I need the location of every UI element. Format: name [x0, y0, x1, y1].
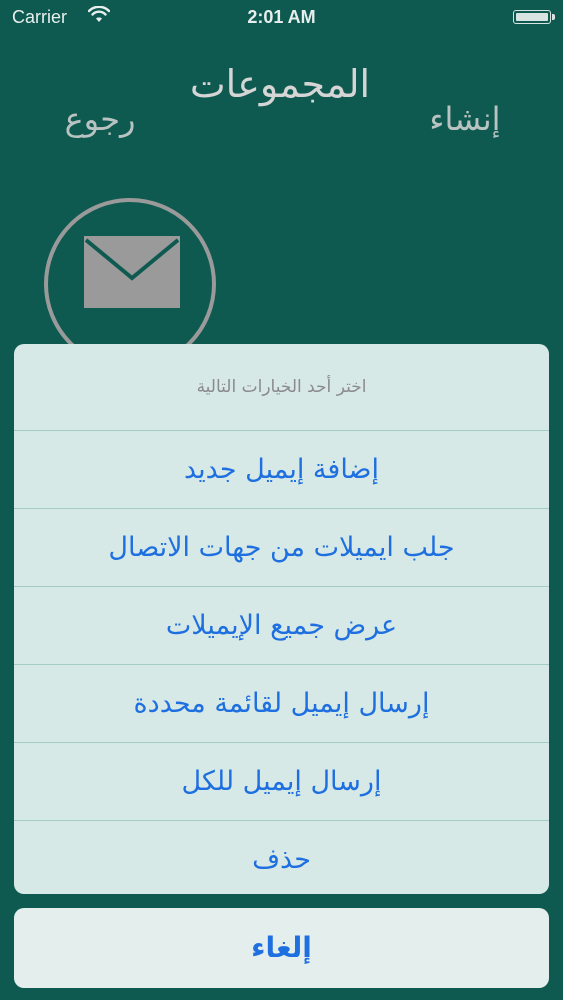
send-to-list-option[interactable]: إرسال إيميل لقائمة محددة [14, 665, 549, 743]
battery-icon [513, 10, 555, 24]
send-to-all-option[interactable]: إرسال إيميل للكل [14, 743, 549, 821]
action-sheet-title: اختر أحد الخيارات التالية [14, 344, 549, 431]
delete-option[interactable]: حذف [14, 821, 549, 894]
add-email-option[interactable]: إضافة إيميل جديد [14, 431, 549, 509]
page-title: المجموعات [189, 62, 371, 106]
status-bar: Carrier 2:01 AM [0, 0, 563, 36]
import-contacts-option[interactable]: جلب ايميلات من جهات الاتصال [14, 509, 549, 587]
back-button[interactable]: رجوع [50, 100, 150, 138]
create-button[interactable]: إنشاء [410, 100, 520, 138]
status-time: 2:01 AM [247, 7, 316, 27]
mail-icon [84, 236, 180, 308]
action-sheet: اختر أحد الخيارات التالية إضافة إيميل جد… [14, 344, 549, 894]
cancel-button[interactable]: إلغاء [14, 908, 549, 988]
view-all-emails-option[interactable]: عرض جميع الإيميلات [14, 587, 549, 665]
